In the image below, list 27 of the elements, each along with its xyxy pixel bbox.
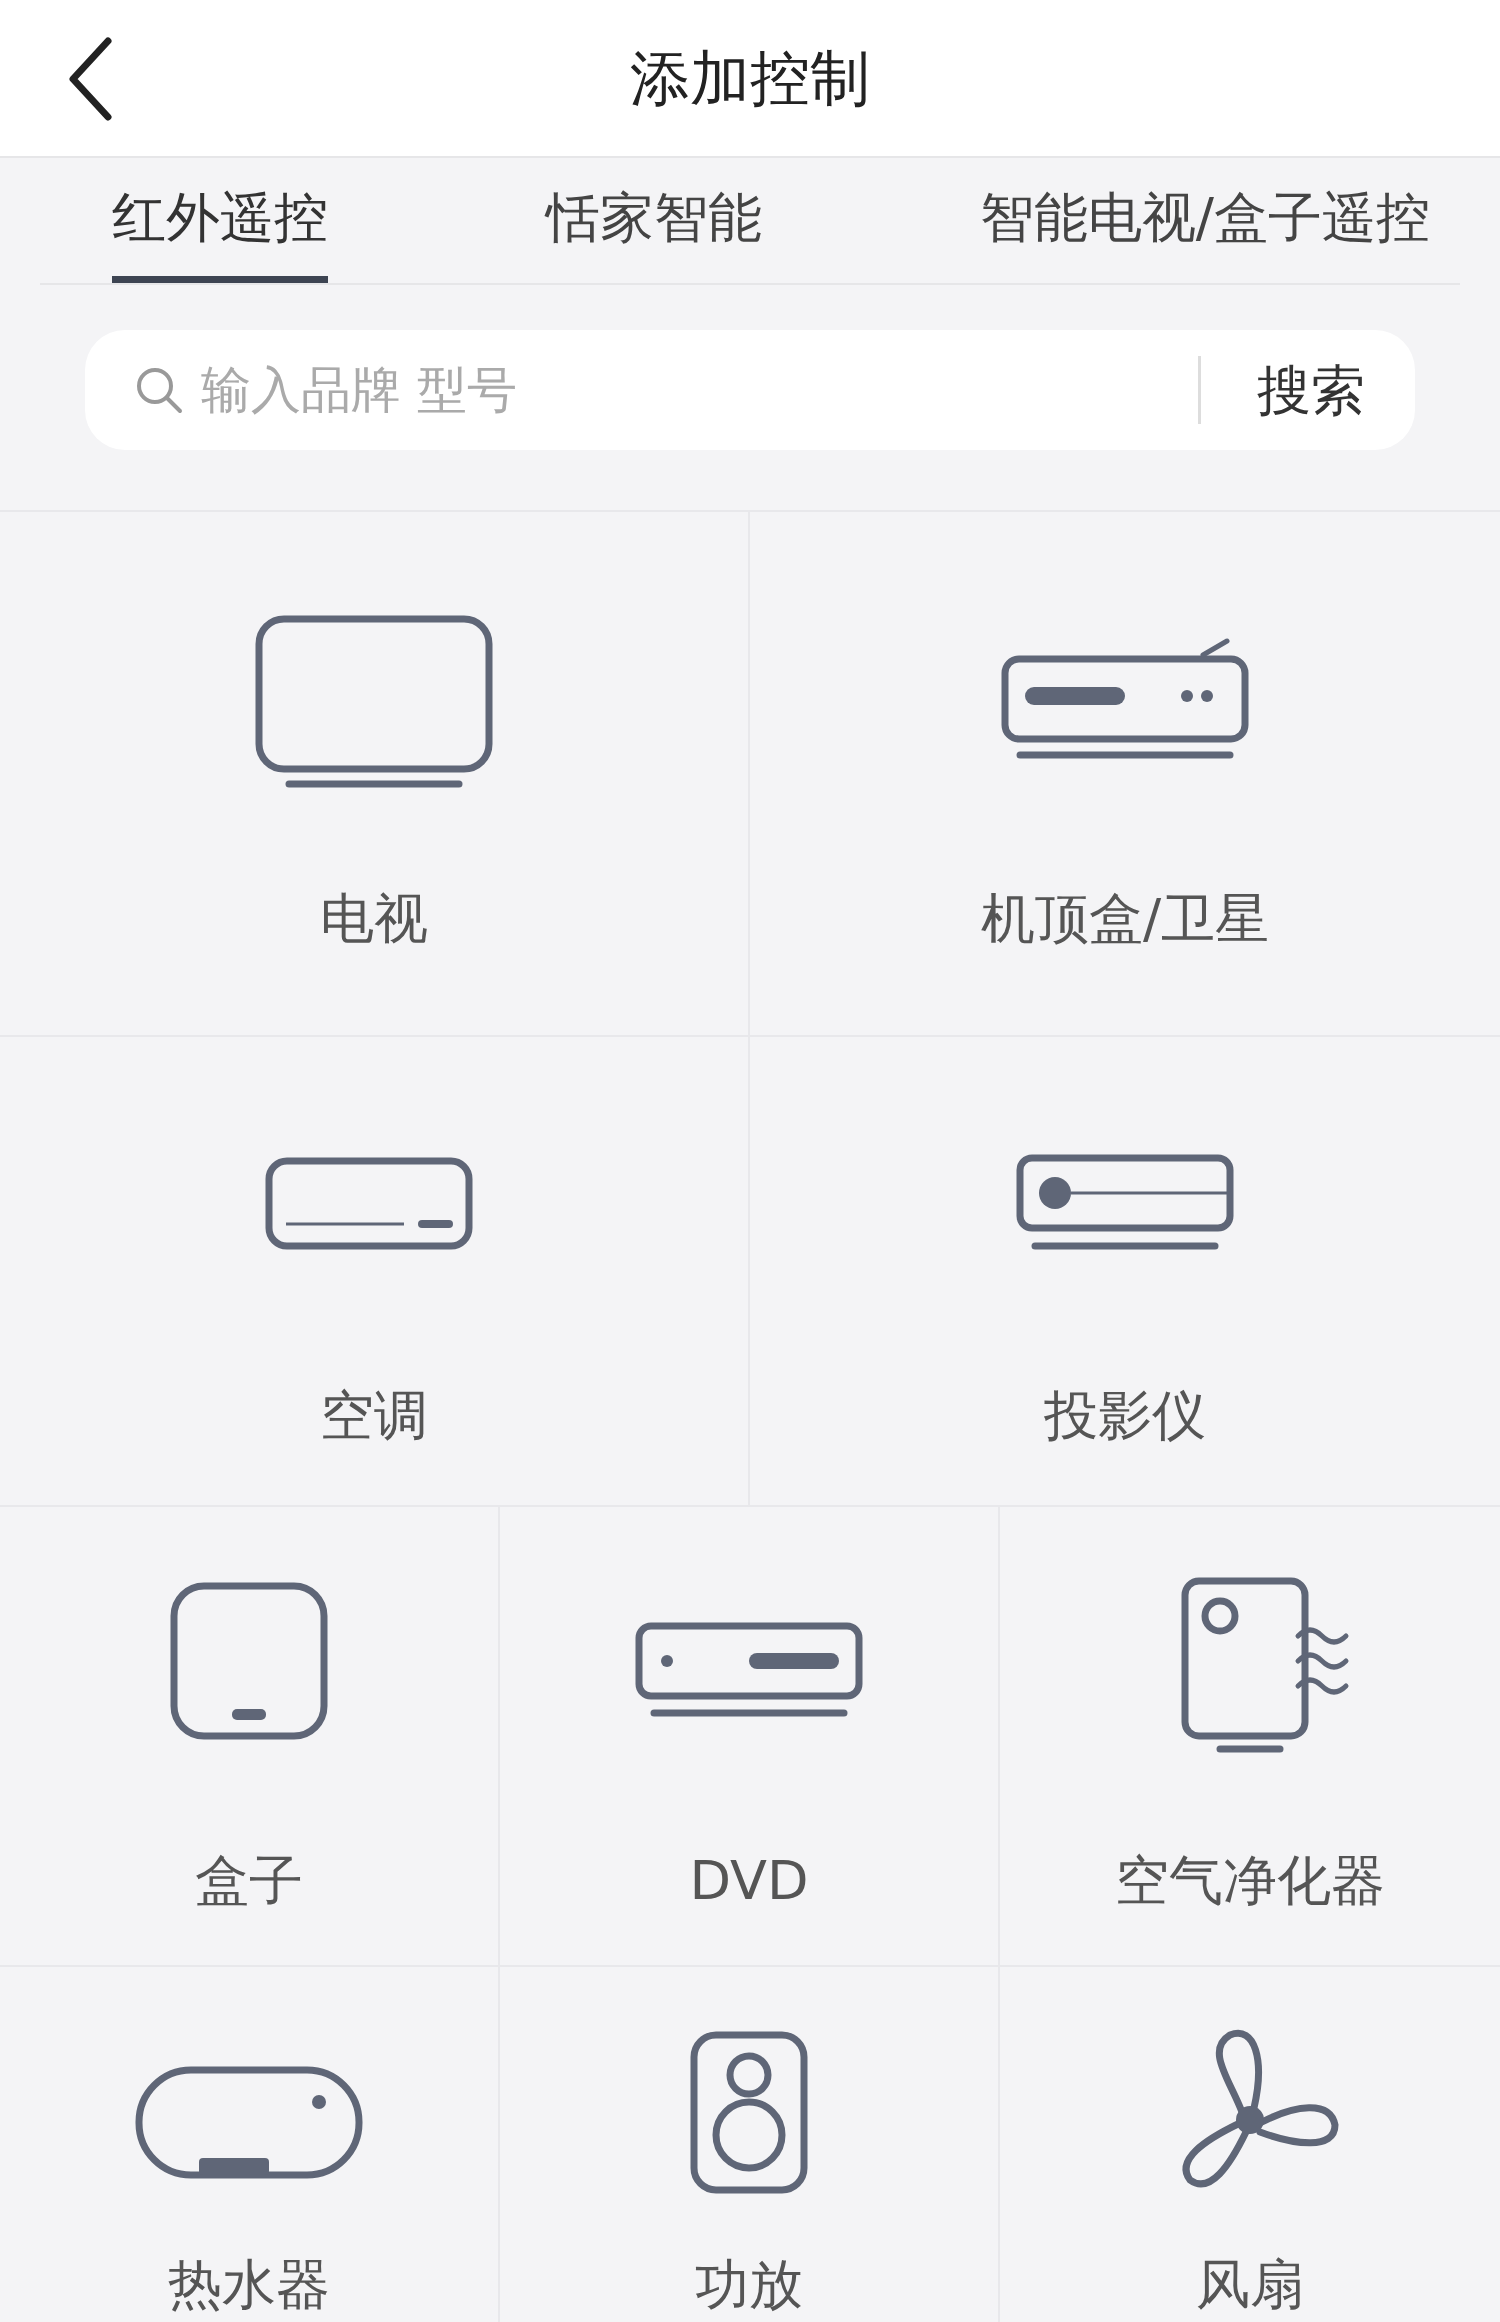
device-label: 机顶盒/卫星 [980, 888, 1270, 949]
search-button[interactable]: 搜索 [1217, 349, 1365, 431]
device-tile[interactable]: 空调 [0, 1037, 750, 1505]
device-tile[interactable]: 盒子 [0, 1507, 500, 1965]
device-label: 风扇 [1196, 2254, 1304, 2314]
tab[interactable]: 红外遥控 [112, 157, 328, 283]
tab[interactable]: 恬家智能 [545, 157, 762, 283]
page-title: 添加控制 [630, 42, 870, 115]
device-tile[interactable]: 功放 [500, 1967, 1000, 2322]
device-tile[interactable]: 机顶盒/卫星 [750, 512, 1500, 1035]
device-label: DVD [689, 1851, 809, 1911]
device-label: 功放 [695, 2254, 803, 2314]
device-label: 空调 [320, 1386, 428, 1446]
search-icon [135, 366, 183, 414]
device-tile[interactable]: 热水器 [0, 1967, 500, 2322]
device-label: 空气净化器 [1115, 1851, 1385, 1911]
device-label: 投影仪 [1044, 1386, 1206, 1446]
device-label: 热水器 [168, 2254, 330, 2314]
device-tile[interactable]: 空气净化器 [1000, 1507, 1500, 1965]
device-label: 盒子 [195, 1851, 303, 1911]
device-tile[interactable]: DVD [500, 1507, 1000, 1965]
tab[interactable]: 智能电视/盒子遥控 [979, 157, 1430, 283]
device-label: 电视 [320, 888, 428, 949]
device-tile[interactable]: 电视 [0, 512, 750, 1035]
search-field[interactable]: 输入品牌 型号 搜索 [85, 330, 1415, 450]
device-tile[interactable]: 风扇 [1000, 1967, 1500, 2322]
device-tile[interactable]: 投影仪 [750, 1037, 1500, 1505]
